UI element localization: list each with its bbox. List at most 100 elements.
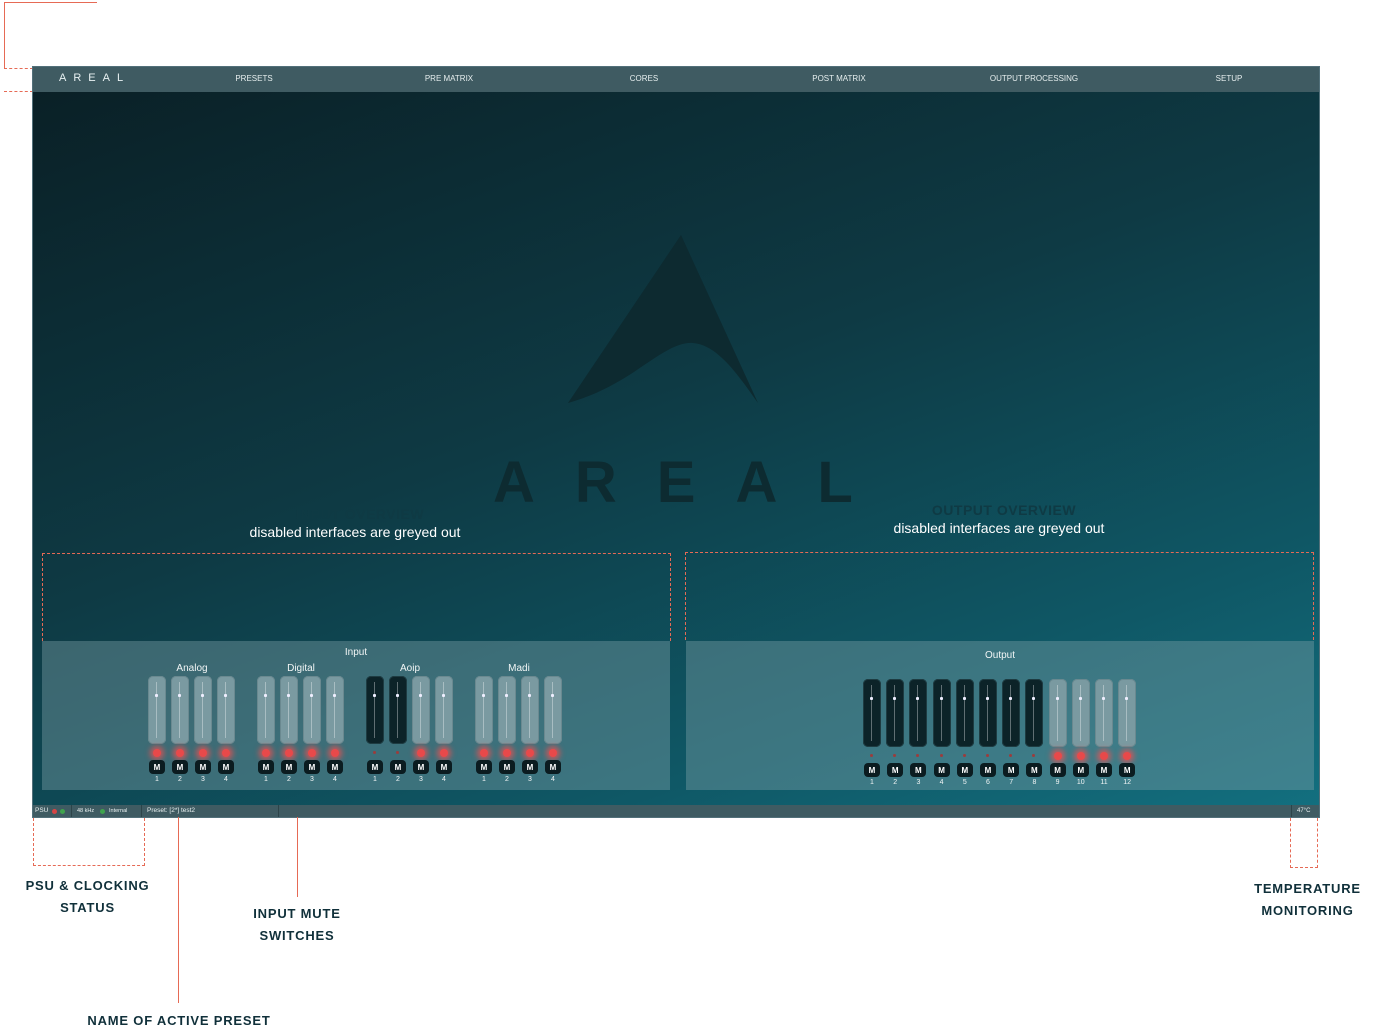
fader-knob[interactable] [419,694,422,697]
fader-knob[interactable] [264,694,267,697]
mute-button[interactable]: M [910,763,927,777]
mute-button[interactable]: M [476,760,492,774]
channel-fader[interactable] [886,679,905,747]
fader-knob[interactable] [1078,697,1082,700]
group-title-digital: Digital [287,663,315,674]
mute-button[interactable]: M [413,760,429,774]
fader-knob[interactable] [333,694,336,697]
fader-knob[interactable] [373,694,376,697]
fader-knob[interactable] [201,694,204,697]
mute-button[interactable]: M [218,760,234,774]
mute-button[interactable]: M [1003,763,1020,777]
fader-knob[interactable] [396,694,399,697]
mute-button[interactable]: M [1096,763,1112,777]
channel-fader[interactable] [303,676,321,744]
channel-fader[interactable] [1095,679,1113,747]
nav-presets[interactable]: PRESETS [235,74,272,83]
mute-button[interactable]: M [436,760,452,774]
channel-fader[interactable] [1025,679,1044,747]
mute-button[interactable]: M [304,760,320,774]
mute-button[interactable]: M [327,760,343,774]
fader-knob[interactable] [939,697,943,700]
fader-knob[interactable] [962,697,966,700]
fader-knob[interactable] [1009,697,1013,700]
mute-button[interactable]: M [1119,763,1136,777]
fader-knob[interactable] [505,694,508,697]
channel-fader[interactable] [217,676,235,744]
brand-logo[interactable]: AREAL [59,72,130,84]
mute-button[interactable]: M [956,763,973,777]
channel-fader[interactable] [171,676,189,744]
mute-button[interactable]: M [522,760,538,774]
fader-knob[interactable] [551,694,554,697]
channel-fader[interactable] [932,679,951,747]
signal-led [331,749,339,757]
fader-knob[interactable] [893,697,897,700]
nav-post-matrix[interactable]: POST MATRIX [812,74,866,83]
nav-pre-matrix[interactable]: PRE MATRIX [425,74,473,83]
mute-button[interactable]: M [545,760,561,774]
temperature-readout: 47°C [1297,808,1311,814]
channel-fader[interactable] [1048,679,1067,747]
mute-button[interactable]: M [367,760,383,774]
channel-number: 4 [939,779,944,786]
fader-knob[interactable] [986,697,989,700]
mute-button[interactable]: M [1049,763,1066,777]
channel-fader[interactable] [366,676,384,744]
nav-setup[interactable]: SETUP [1216,74,1243,83]
channel-fader[interactable] [1071,679,1090,747]
fader-knob[interactable] [916,697,920,700]
channel-fader[interactable] [326,676,344,744]
mute-button[interactable]: M [281,760,297,774]
channel-fader[interactable] [979,679,997,747]
channel-fader[interactable] [863,679,881,747]
mute-button[interactable]: M [258,760,274,774]
mute-button[interactable]: M [1072,763,1089,777]
channel-fader[interactable] [498,676,516,744]
preset-callout-line [178,817,179,1003]
channel-fader[interactable] [389,676,407,744]
fader-knob[interactable] [224,694,227,697]
nav-output-processing[interactable]: OUTPUT PROCESSING [990,74,1078,83]
mute-button[interactable]: M [195,760,211,774]
channel-fader[interactable] [1118,679,1137,747]
fader-knob[interactable] [442,694,445,697]
signal-led [373,751,376,754]
fader-knob[interactable] [1055,697,1059,700]
channel-fader[interactable] [435,676,453,744]
mute-button[interactable]: M [1026,763,1043,777]
fader-knob[interactable] [155,694,158,697]
mute-button[interactable]: M [499,760,515,774]
fader-knob[interactable] [1102,697,1105,700]
mute-button[interactable]: M [933,763,950,777]
mute-callout: INPUT MUTE SWITCHES [227,903,367,947]
mute-button[interactable]: M [887,763,904,777]
channel-fader[interactable] [521,676,539,744]
channel-fader[interactable] [412,676,430,744]
status-bar: PSU 48 kHz Internal Preset: [2*] test2 4… [33,805,1319,817]
fader-knob[interactable] [1032,697,1036,700]
fader-knob[interactable] [870,697,873,700]
channel-fader[interactable] [544,676,562,744]
mute-button[interactable]: M [864,763,880,777]
fader-knob[interactable] [178,694,181,697]
channel-fader[interactable] [280,676,298,744]
channel-fader[interactable] [148,676,166,744]
channel-fader[interactable] [257,676,275,744]
mute-button[interactable]: M [149,760,165,774]
fader-knob[interactable] [310,694,313,697]
active-preset-name[interactable]: Preset: [2*] test2 [147,807,195,814]
mute-button[interactable]: M [390,760,406,774]
channel-fader[interactable] [909,679,928,747]
channel-fader[interactable] [1002,679,1021,747]
fader-knob[interactable] [482,694,485,697]
fader-knob[interactable] [287,694,290,697]
nav-cores[interactable]: CORES [630,74,658,83]
channel-fader[interactable] [194,676,212,744]
fader-knob[interactable] [1125,697,1129,700]
mute-button[interactable]: M [980,763,996,777]
fader-knob[interactable] [528,694,531,697]
channel-fader[interactable] [475,676,493,744]
mute-button[interactable]: M [172,760,188,774]
channel-fader[interactable] [955,679,974,747]
